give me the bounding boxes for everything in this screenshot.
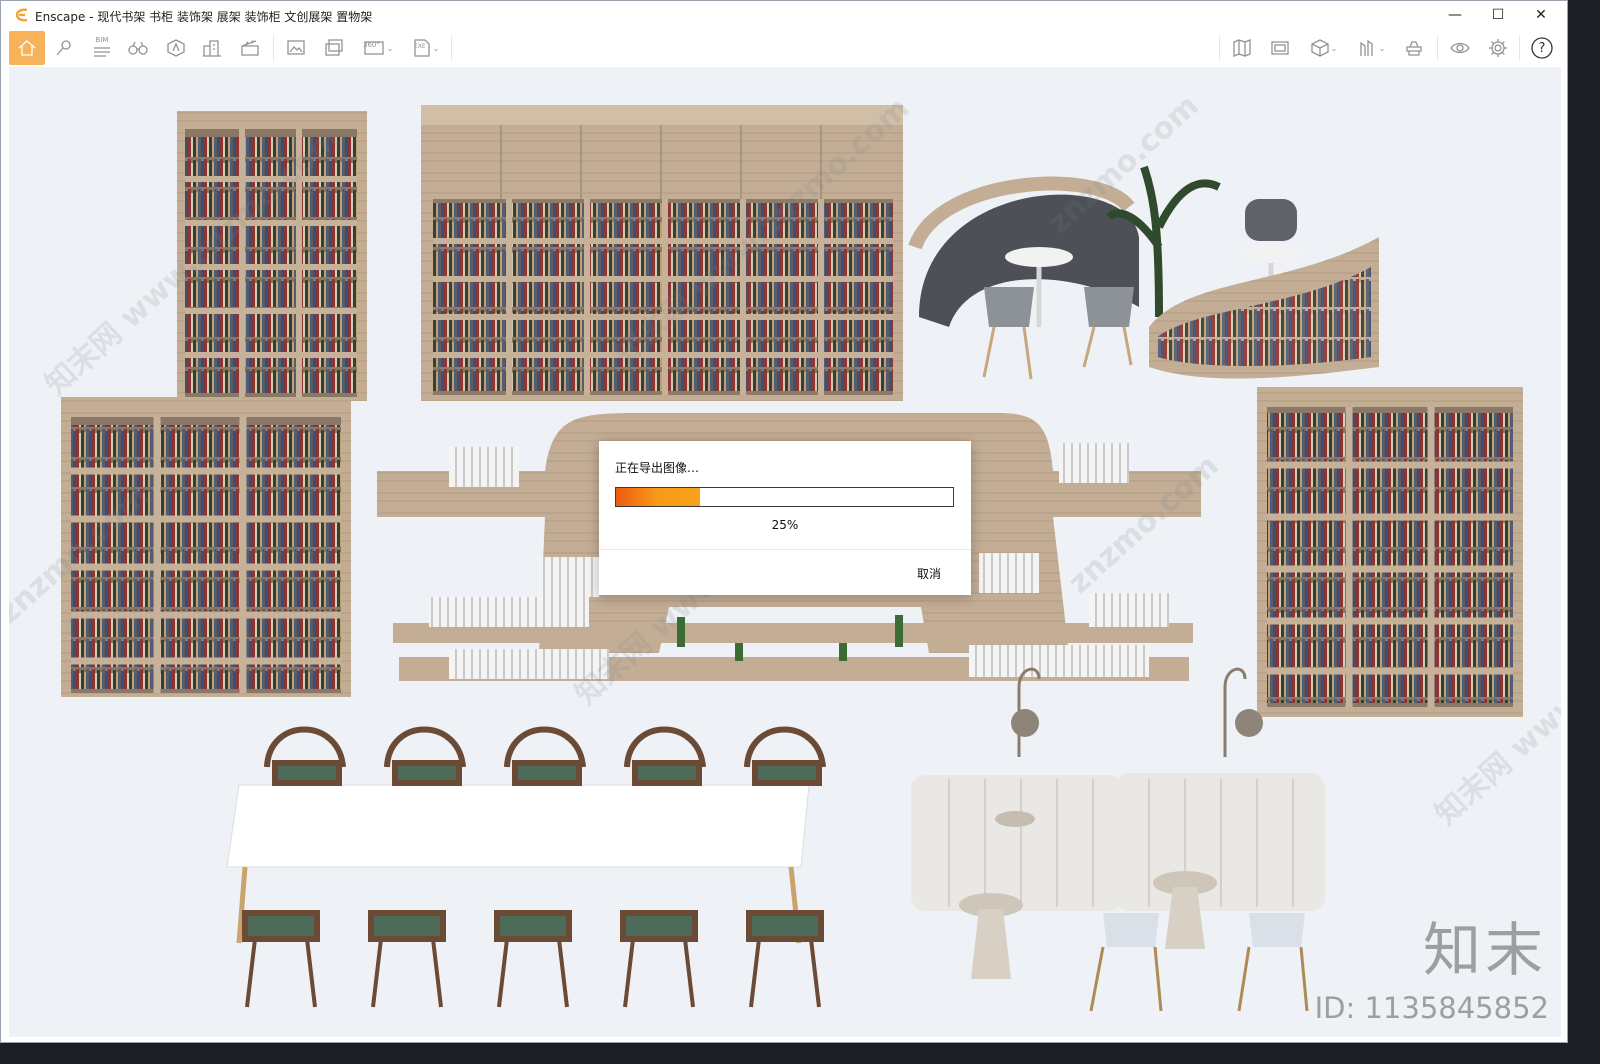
dialog-title: 正在导出图像…	[615, 461, 700, 475]
toolbar-separator	[1219, 35, 1220, 61]
screenshot-icon	[287, 40, 305, 55]
render-icon	[1406, 41, 1422, 56]
render-button[interactable]	[1397, 31, 1431, 65]
bim-button[interactable]: BIM	[85, 31, 119, 65]
sun-button[interactable]: ⌄	[1349, 31, 1393, 65]
sofa-lounge-set	[911, 667, 1325, 1012]
export-progress-bar	[615, 487, 954, 507]
chevron-down-icon: ⌄	[1378, 43, 1386, 53]
brand-watermark: 知末	[1422, 916, 1547, 984]
visibility-icon	[1450, 42, 1470, 54]
chevron-down-icon: ⌄	[432, 43, 440, 53]
dialog-divider	[599, 549, 971, 550]
video-editor-button[interactable]	[233, 31, 267, 65]
toolbar: BIM 360° ⌄ EXE ⌄ ⌄ ⌄ ?	[1, 29, 1567, 90]
help-label: ?	[1538, 40, 1546, 56]
binoculars-button[interactable]	[121, 31, 155, 65]
chevron-down-icon: ⌄	[386, 43, 394, 53]
bim-label: BIM	[95, 36, 109, 44]
toolbar-separator	[451, 35, 452, 61]
help-button[interactable]: ?	[1525, 31, 1559, 65]
pin-icon	[56, 40, 71, 56]
progress-percent: 25%	[771, 518, 799, 532]
watermark-id: ID: 1135845852	[1314, 991, 1549, 1025]
asset-library-button[interactable]	[159, 31, 193, 65]
toolbar-separator	[1519, 35, 1520, 61]
batch-render-icon	[325, 39, 343, 56]
site-context-button[interactable]	[195, 31, 229, 65]
visibility-button[interactable]	[1443, 31, 1477, 65]
panorama-label: 360°	[363, 41, 380, 49]
bookcase-mid-right	[1257, 387, 1523, 717]
lounge-booth	[908, 165, 1379, 380]
minimize-button[interactable]: —	[1433, 1, 1477, 29]
export-button[interactable]: EXE ⌄	[405, 31, 445, 65]
binoculars-icon	[128, 41, 148, 55]
toolbar-separator	[1437, 35, 1438, 61]
close-button[interactable]: ✕	[1519, 1, 1563, 29]
enscape-window: Enscape - 现代书架 书柜 装饰架 展架 装饰柜 文创展架 置物架 — …	[0, 0, 1568, 1043]
home-icon	[18, 40, 36, 56]
settings-icon	[1489, 39, 1507, 57]
map-button[interactable]	[1225, 31, 1259, 65]
maximize-button[interactable]: ☐	[1476, 1, 1520, 29]
clapper-icon	[241, 40, 259, 56]
chevron-down-icon: ⌄	[1330, 43, 1338, 53]
home-button[interactable]	[9, 31, 45, 65]
cube-icon	[1310, 39, 1329, 57]
bim-icon	[94, 47, 110, 57]
panorama-button[interactable]: 360° ⌄	[355, 31, 401, 65]
enscape-logo-icon	[15, 8, 28, 22]
screenshot-button[interactable]	[279, 31, 313, 65]
export-progress-dialog: 正在导出图像… 25% 取消	[599, 441, 971, 595]
title-bar: Enscape - 现代书架 书柜 装饰架 展架 装饰柜 文创展架 置物架 — …	[1, 1, 1567, 29]
views-button[interactable]: ⌄	[1301, 31, 1345, 65]
window-title: Enscape - 现代书架 书柜 装饰架 展架 装饰柜 文创展架 置物架	[35, 10, 373, 24]
progress-fill	[616, 488, 701, 506]
batch-render-button[interactable]	[317, 31, 351, 65]
map-icon	[1233, 39, 1251, 57]
buildings-icon	[203, 40, 221, 57]
export-label: EXE	[414, 43, 426, 50]
dining-table-set	[226, 726, 826, 1008]
pin-button[interactable]	[47, 31, 81, 65]
settings-button[interactable]	[1481, 31, 1515, 65]
sun-icon	[1359, 39, 1373, 56]
gallery-icon	[1271, 41, 1289, 55]
assets-icon	[167, 39, 185, 57]
cancel-button[interactable]: 取消	[917, 565, 941, 582]
toolbar-separator	[273, 35, 274, 61]
gallery-button[interactable]	[1263, 31, 1297, 65]
